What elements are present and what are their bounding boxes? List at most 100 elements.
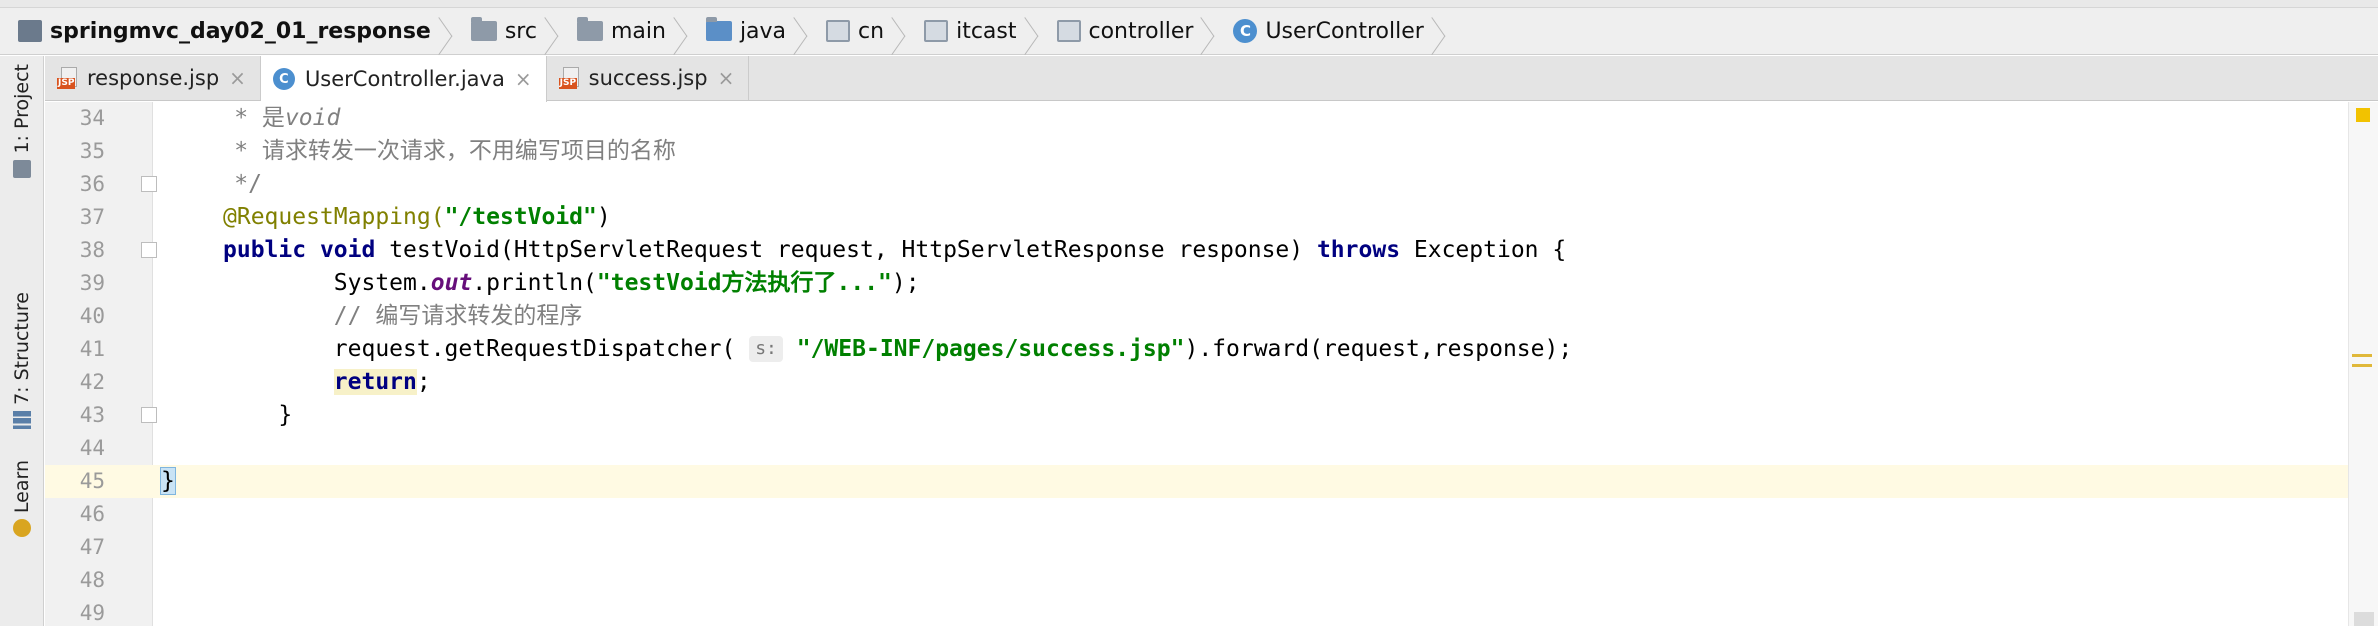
jsp-file-icon bbox=[558, 67, 581, 89]
line-number: 39 bbox=[79, 271, 105, 295]
breadcrumb-itcast[interactable]: itcast bbox=[924, 8, 1056, 54]
package-icon bbox=[924, 20, 949, 42]
line-number: 43 bbox=[79, 403, 105, 427]
comment: * 请求转发一次请求，不用编写项目的名称 bbox=[165, 138, 676, 164]
code-line[interactable]: 49 bbox=[45, 597, 2378, 626]
chevron-right-icon bbox=[896, 8, 910, 55]
comment: // 编写请求转发的程序 bbox=[223, 303, 583, 329]
code-plain: .println( bbox=[472, 270, 597, 296]
code-plain: System. bbox=[223, 270, 431, 296]
project-folder-icon bbox=[18, 20, 42, 42]
code-plain: ).forward(request,response); bbox=[1184, 336, 1573, 362]
fold-icon[interactable] bbox=[141, 407, 157, 423]
scrollbar-thumb[interactable] bbox=[2354, 612, 2374, 626]
code-text: * 是void bbox=[165, 102, 340, 135]
breadcrumb-controller[interactable]: controller bbox=[1056, 8, 1234, 55]
code-line[interactable]: 40 // 编写请求转发的程序 bbox=[45, 300, 2378, 333]
left-tool-strip: 1: Project 7: Structure Learn bbox=[0, 56, 44, 626]
code-line[interactable]: 47 bbox=[45, 531, 2378, 564]
learn-icon bbox=[13, 519, 31, 538]
chevron-right-icon bbox=[678, 8, 692, 55]
line-number: 34 bbox=[79, 106, 105, 130]
warning-marker-icon[interactable] bbox=[2356, 108, 2370, 122]
main-toolbar bbox=[0, 0, 2378, 8]
code-editor[interactable]: 34 * 是void 35 * 请求转发一次请求，不用编写项目的名称 36 */… bbox=[45, 102, 2378, 626]
keyword: throws bbox=[1316, 237, 1401, 263]
code-line[interactable]: 43 } bbox=[45, 399, 2378, 432]
code-line[interactable]: 39 System.out.println("testVoid方法执行了..."… bbox=[45, 267, 2378, 300]
static-field: out bbox=[430, 270, 473, 296]
close-icon[interactable]: × bbox=[718, 66, 735, 90]
breadcrumb-label: UserController bbox=[1265, 18, 1424, 44]
tab-label: response.jsp bbox=[87, 66, 220, 90]
java-class-icon: C bbox=[1233, 19, 1258, 43]
tab-response-jsp[interactable]: response.jsp × bbox=[45, 56, 261, 100]
code-plain: request.getRequestDispatcher( bbox=[223, 336, 750, 362]
close-icon[interactable]: × bbox=[515, 67, 532, 91]
code-line-current[interactable]: 45 } bbox=[45, 465, 2378, 498]
code-line[interactable]: 44 bbox=[45, 432, 2378, 465]
line-number: 35 bbox=[79, 139, 105, 163]
breadcrumb-main[interactable]: main bbox=[576, 8, 706, 55]
project-icon bbox=[13, 159, 31, 178]
breadcrumb-project-label: springmvc_day02_01_response bbox=[50, 18, 431, 44]
breadcrumb-label: controller bbox=[1088, 18, 1194, 44]
code-line[interactable]: 34 * 是void bbox=[45, 102, 2378, 135]
string-literal: "/WEB-INF/pages/success.jsp" bbox=[782, 336, 1185, 362]
tab-success-jsp[interactable]: success.jsp × bbox=[547, 56, 750, 100]
code-text: } bbox=[223, 402, 293, 428]
string-literal: "/testVoid" bbox=[444, 204, 597, 230]
chevron-right-icon bbox=[1436, 8, 1450, 55]
comment: */ bbox=[165, 171, 262, 197]
line-number: 38 bbox=[79, 238, 105, 262]
breadcrumb-usercontroller[interactable]: C UserController bbox=[1233, 8, 1463, 54]
editor-tabs: response.jsp × C UserController.java × s… bbox=[45, 56, 2378, 102]
jsp-file-icon bbox=[57, 67, 79, 89]
line-number: 42 bbox=[79, 370, 105, 394]
code-line[interactable]: 46 bbox=[45, 498, 2378, 531]
code-text: public void testVoid(HttpServletRequest … bbox=[223, 234, 1566, 267]
source-folder-icon bbox=[705, 17, 732, 41]
line-number: 37 bbox=[79, 205, 105, 229]
tool-tab-learn[interactable]: Learn bbox=[4, 460, 40, 538]
line-number: 48 bbox=[79, 568, 105, 592]
tool-tab-structure[interactable]: 7: Structure bbox=[4, 292, 40, 429]
code-line[interactable]: 42 return; bbox=[45, 366, 2378, 399]
code-line[interactable]: 41 request.getRequestDispatcher( s: "/WE… bbox=[45, 333, 2378, 366]
code-text: return; bbox=[223, 366, 431, 399]
code-plain: testVoid(HttpServletRequest request, Htt… bbox=[375, 237, 1317, 263]
breadcrumb-src[interactable]: src bbox=[470, 8, 577, 54]
breadcrumb-label: main bbox=[610, 18, 666, 44]
chevron-right-icon bbox=[798, 8, 812, 55]
close-icon[interactable]: × bbox=[229, 66, 246, 90]
code-line[interactable]: 37 @RequestMapping("/testVoid") bbox=[45, 201, 2378, 234]
package-icon bbox=[1056, 20, 1081, 42]
fold-icon[interactable] bbox=[141, 242, 157, 258]
fold-icon[interactable] bbox=[141, 176, 157, 192]
highlight-marker[interactable] bbox=[2352, 364, 2372, 367]
highlight-marker[interactable] bbox=[2352, 354, 2372, 357]
error-stripe[interactable] bbox=[2348, 102, 2378, 626]
matched-brace: } bbox=[160, 467, 176, 495]
tool-tab-project[interactable]: 1: Project bbox=[4, 64, 40, 178]
breadcrumb-java[interactable]: java bbox=[705, 8, 826, 55]
package-icon bbox=[826, 20, 851, 42]
code-plain: ); bbox=[891, 270, 920, 296]
code-line[interactable]: 38 public void testVoid(HttpServletReque… bbox=[45, 234, 2378, 267]
code-line[interactable]: 48 bbox=[45, 564, 2378, 597]
code-text: } bbox=[160, 465, 176, 498]
structure-icon bbox=[13, 410, 31, 429]
navigation-bar: springmvc_day02_01_response src main jav… bbox=[0, 8, 2378, 55]
chevron-right-icon bbox=[1205, 8, 1219, 55]
chevron-right-icon bbox=[443, 8, 457, 55]
code-line[interactable]: 35 * 请求转发一次请求，不用编写项目的名称 bbox=[45, 135, 2378, 168]
comment: * 是 bbox=[165, 105, 285, 131]
code-line[interactable]: 36 */ bbox=[45, 168, 2378, 201]
line-number: 41 bbox=[79, 337, 105, 361]
tab-label: UserController.java bbox=[304, 67, 505, 91]
breadcrumb-project[interactable]: springmvc_day02_01_response bbox=[18, 8, 471, 54]
tab-label: success.jsp bbox=[588, 66, 708, 90]
tab-usercontroller-java[interactable]: C UserController.java × bbox=[260, 56, 547, 102]
line-number: 36 bbox=[79, 172, 105, 196]
breadcrumb-cn[interactable]: cn bbox=[826, 8, 924, 54]
